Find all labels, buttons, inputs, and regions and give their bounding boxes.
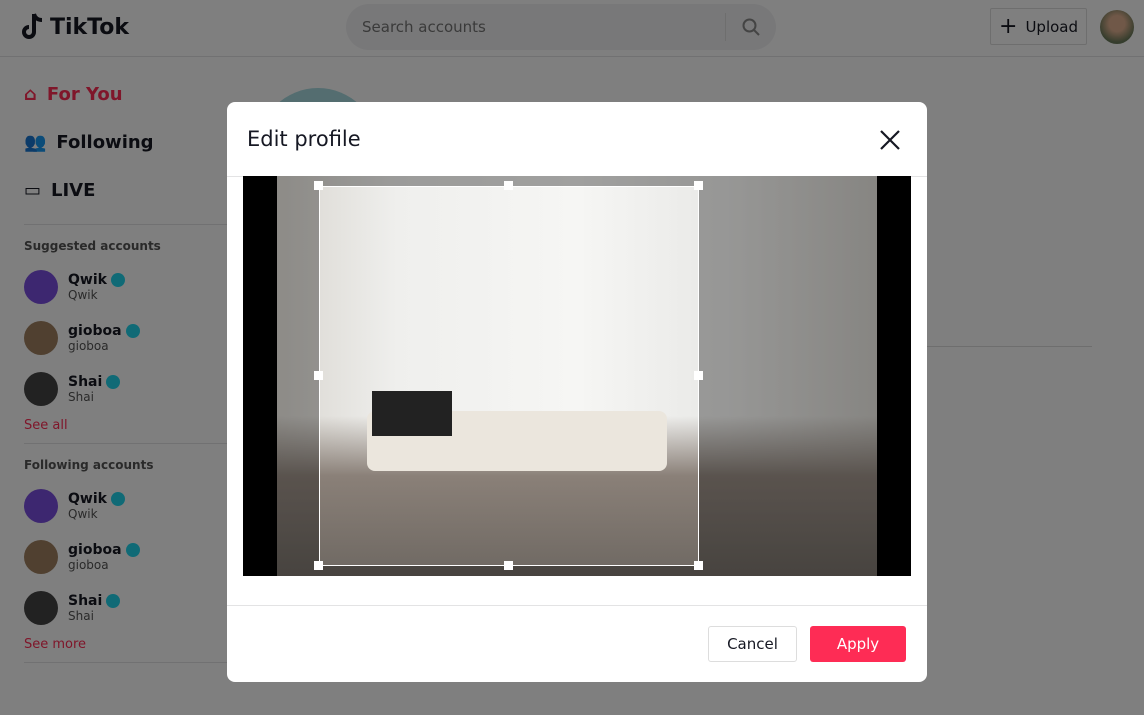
edit-profile-modal: Edit profile Cancel Apply xyxy=(227,102,927,682)
cancel-button[interactable]: Cancel xyxy=(708,626,797,662)
crop-handle[interactable] xyxy=(314,561,323,570)
apply-button[interactable]: Apply xyxy=(810,626,906,662)
crop-handle[interactable] xyxy=(314,181,323,190)
close-icon[interactable] xyxy=(877,127,903,153)
crop-handle[interactable] xyxy=(694,181,703,190)
divider xyxy=(227,605,927,606)
crop-box[interactable] xyxy=(319,186,699,566)
modal-title: Edit profile xyxy=(247,127,361,151)
crop-mask xyxy=(277,176,319,576)
crop-handle[interactable] xyxy=(694,561,703,570)
crop-handle[interactable] xyxy=(504,181,513,190)
crop-handle[interactable] xyxy=(504,561,513,570)
image-crop-area[interactable] xyxy=(243,176,911,576)
crop-handle[interactable] xyxy=(694,371,703,380)
crop-mask xyxy=(699,176,877,576)
crop-handle[interactable] xyxy=(314,371,323,380)
